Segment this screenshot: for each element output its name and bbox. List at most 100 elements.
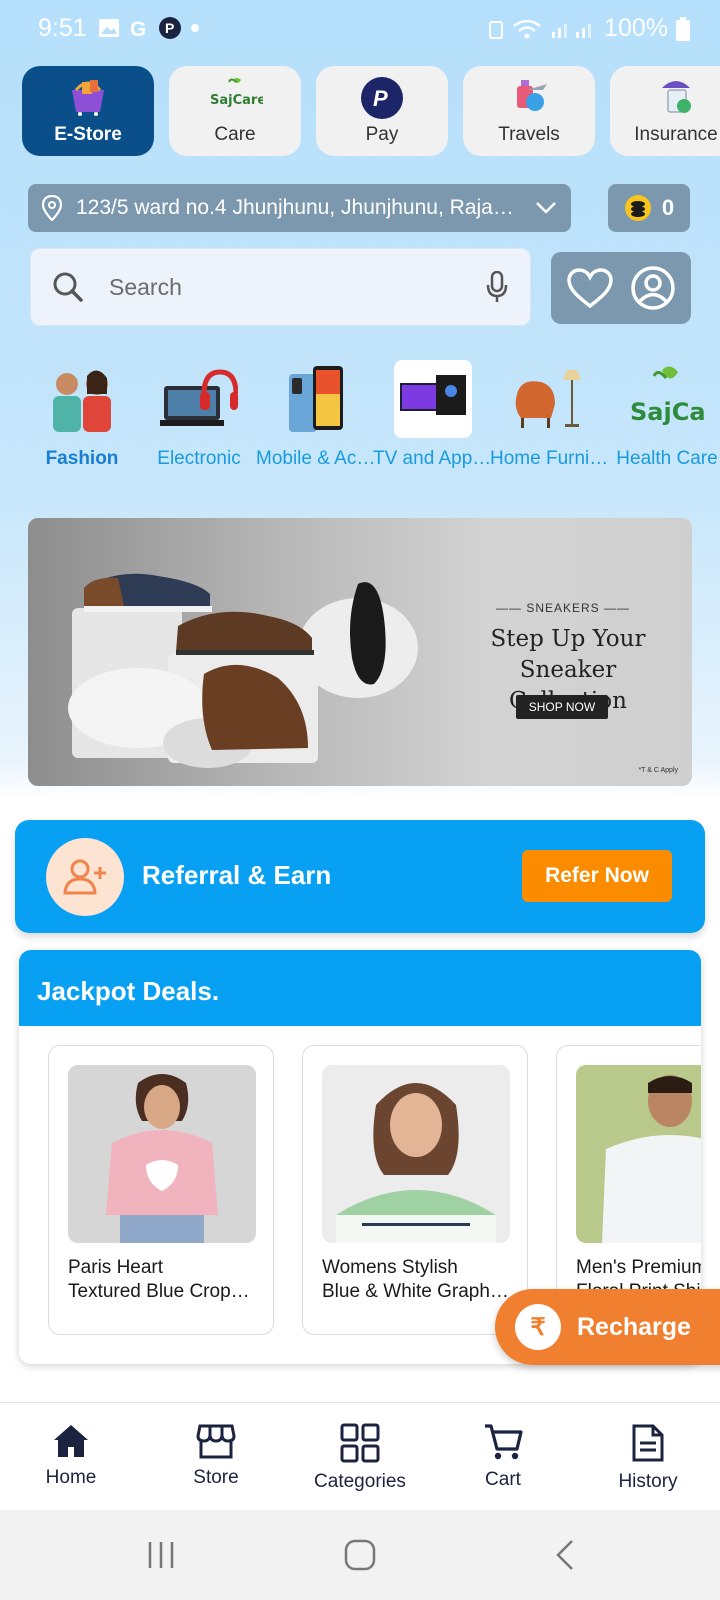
tab-estore-label: E-Store	[54, 124, 122, 145]
system-navigation-bar	[0, 1510, 720, 1600]
cart-icon	[485, 1424, 523, 1460]
google-icon: G	[130, 18, 146, 39]
nav-cart[interactable]: Cart	[433, 1423, 573, 1491]
category-label: Electronic	[157, 448, 241, 469]
deals-title: Jackpot Deals.	[19, 950, 701, 1026]
home-button-icon[interactable]	[344, 1539, 376, 1571]
referral-card: Referral & Earn Refer Now	[15, 820, 705, 933]
product-name: Paris Heart Textured Blue Cropped T-Shir…	[68, 1257, 258, 1302]
product-image	[322, 1065, 510, 1243]
grid-icon	[340, 1423, 380, 1463]
recharge-label: Recharge	[577, 1312, 691, 1341]
add-user-icon	[46, 838, 124, 916]
promo-banner[interactable]: —— SNEAKERS —— Step Up Your Sneaker Coll…	[28, 518, 692, 786]
svg-text:P: P	[373, 86, 388, 111]
location-pin-icon	[42, 195, 62, 221]
category-label: Fashion	[45, 448, 119, 469]
document-icon	[632, 1424, 664, 1462]
profile-icon[interactable]	[631, 266, 675, 310]
healthcare-thumbnail: SajCare	[628, 360, 706, 438]
insurance-icon	[662, 81, 691, 113]
wifi-icon	[513, 19, 541, 38]
recent-apps-icon[interactable]	[146, 1540, 176, 1570]
tab-travels[interactable]: Travels	[463, 66, 595, 156]
pay-logo: P	[361, 77, 403, 119]
product-card[interactable]: Womens Stylish Blue & White Graphic T-Sh…	[302, 1045, 528, 1335]
coins-count: 0	[661, 195, 675, 220]
category-electronic[interactable]: Electronic	[139, 360, 259, 470]
location-address: 123/5 ward no.4 Jhunjhunu, Jhunjhunu, Ra…	[76, 196, 521, 219]
tab-pay-label: Pay	[365, 124, 399, 145]
fashion-thumbnail	[43, 360, 121, 438]
tab-travels-label: Travels	[498, 124, 560, 145]
svg-text:P: P	[165, 20, 174, 36]
tab-insurance[interactable]: Insurance	[610, 66, 720, 156]
referral-title: Referral & Earn	[142, 860, 332, 890]
product-image	[68, 1065, 256, 1243]
heart-icon[interactable]	[567, 268, 613, 308]
home-icon	[54, 1425, 88, 1457]
sneakers-illustration	[68, 573, 418, 768]
location-selector[interactable]: 123/5 ward no.4 Jhunjhunu, Jhunjhunu, Ra…	[28, 184, 571, 232]
battery-icon	[676, 16, 690, 41]
service-tabs: E-Store SajCare Care P Pay Travels Insur…	[22, 66, 720, 158]
furniture-thumbnail	[511, 360, 589, 438]
category-label: Home Furniture	[490, 448, 610, 469]
coins-balance[interactable]: 0	[608, 184, 690, 232]
banner-terms: *T & C Apply	[638, 767, 678, 774]
dot-icon	[191, 24, 199, 32]
alarm-icon	[489, 20, 504, 39]
category-label: Mobile & Accessories	[256, 448, 376, 469]
product-image	[576, 1065, 701, 1243]
tv-thumbnail	[394, 360, 472, 438]
store-icon	[196, 1424, 236, 1459]
signal-icon	[552, 23, 592, 38]
shop-now-button[interactable]: SHOP NOW	[516, 695, 608, 719]
svg-text:G: G	[130, 18, 146, 39]
category-tv[interactable]: TV and Appliances	[373, 360, 493, 470]
travel-icon	[517, 80, 547, 111]
product-card[interactable]: Paris Heart Textured Blue Cropped T-Shir…	[48, 1045, 274, 1335]
status-bar: 9:51 G P 100%	[0, 0, 720, 58]
product-name: Womens Stylish Blue & White Graphic T-Sh…	[322, 1257, 512, 1302]
category-home-furniture[interactable]: Home Furniture	[490, 360, 610, 470]
status-time: 9:51	[38, 14, 87, 42]
bottom-navigation: Home Store Categories Cart History	[0, 1402, 720, 1510]
nav-store[interactable]: Store	[146, 1423, 286, 1489]
category-label: TV and Appliances	[373, 448, 493, 469]
svg-text:SajCare: SajCare	[210, 93, 263, 108]
nav-categories[interactable]: Categories	[290, 1423, 430, 1493]
category-health-care[interactable]: SajCare Health Care	[607, 360, 720, 470]
category-fashion[interactable]: Fashion	[22, 360, 142, 470]
recharge-button[interactable]: ₹ Recharge	[495, 1289, 720, 1365]
tab-care-label: Care	[214, 124, 256, 145]
microphone-icon[interactable]	[486, 271, 508, 303]
rupee-icon: ₹	[515, 1304, 561, 1350]
banner-kicker: —— SNEAKERS ——	[496, 601, 631, 615]
basket-icon	[72, 80, 104, 116]
sajcare-logo: SajCare	[210, 78, 263, 108]
tab-insurance-label: Insurance	[634, 124, 718, 145]
pay-notification-icon: P	[159, 17, 181, 39]
wishlist-profile-box	[551, 252, 691, 324]
search-bar[interactable]	[30, 248, 531, 326]
category-strip: Fashion Electronic Mobile & Accessories …	[22, 360, 720, 480]
tab-pay[interactable]: P Pay	[316, 66, 448, 156]
nav-history[interactable]: History	[578, 1423, 718, 1493]
search-icon	[53, 272, 83, 302]
back-icon[interactable]	[554, 1539, 576, 1571]
search-input[interactable]	[109, 273, 460, 301]
mobile-thumbnail	[277, 360, 355, 438]
status-notification-icons: G P	[98, 16, 200, 40]
battery-percent: 100%	[604, 14, 668, 42]
category-label: Health Care	[616, 448, 718, 469]
chevron-down-icon	[536, 202, 556, 214]
coin-icon	[624, 195, 651, 221]
category-mobile[interactable]: Mobile & Accessories	[256, 360, 376, 470]
status-right: 100%	[488, 14, 690, 43]
tab-care[interactable]: SajCare Care	[169, 66, 301, 156]
gallery-icon	[99, 19, 119, 37]
tab-estore[interactable]: E-Store	[22, 66, 154, 156]
nav-home[interactable]: Home	[1, 1423, 141, 1489]
refer-now-button[interactable]: Refer Now	[522, 850, 672, 902]
